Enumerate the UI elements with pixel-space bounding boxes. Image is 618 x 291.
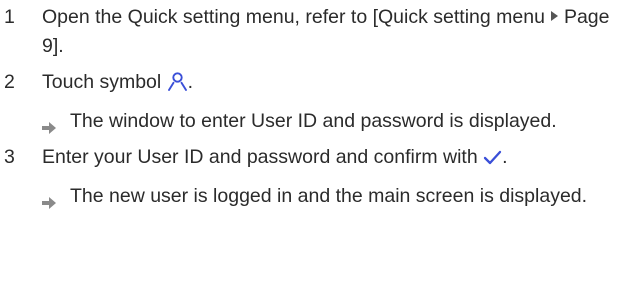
instruction-list: 1 Open the Quick setting menu, refer to …	[0, 3, 618, 211]
step-text-part: Touch symbol	[42, 71, 167, 93]
step-text: Enter your User ID and password and conf…	[42, 143, 614, 175]
user-icon	[167, 71, 188, 100]
result-arrow-icon	[41, 190, 57, 209]
step-2: 2 Touch symbol .	[0, 68, 618, 100]
step-1: 1 Open the Quick setting menu, refer to …	[0, 3, 618, 61]
link-title: Quick setting menu	[378, 6, 545, 28]
step-text-end: .	[502, 146, 508, 168]
step-2-result: The window to enter User ID and password…	[0, 107, 618, 136]
step-number: 2	[4, 71, 15, 93]
step-text-end: .	[187, 71, 194, 93]
step-number: 3	[4, 146, 15, 168]
step-text: Open the Quick setting menu, refer to [Q…	[42, 3, 614, 61]
checkmark-icon	[483, 146, 502, 175]
step-number: 1	[4, 6, 15, 28]
step-text-part: Enter your User ID and password and conf…	[42, 146, 484, 168]
step-3-result: The new user is logged in and the main s…	[0, 182, 618, 211]
result-arrow-icon	[41, 115, 57, 134]
step-text: Touch symbol .	[42, 68, 614, 100]
step-text-end: .	[58, 35, 64, 57]
result-text: The new user is logged in and the main s…	[70, 185, 588, 207]
result-text: The window to enter User ID and password…	[70, 110, 557, 132]
step-3: 3 Enter your User ID and password and co…	[0, 143, 618, 175]
page-reference-triangle-icon	[550, 11, 558, 21]
step-text-part: Open the Quick setting menu, refer to	[42, 6, 373, 28]
